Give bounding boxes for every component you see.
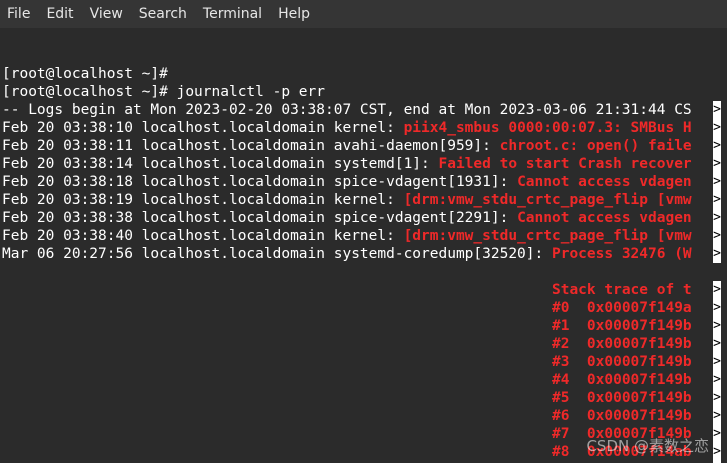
line-text bbox=[2, 318, 552, 334]
terminal-line: -- Logs begin at Mon 2023-02-20 03:38:07… bbox=[2, 101, 713, 119]
terminal-line: Feb 20 03:38:18 localhost.localdomain sp… bbox=[2, 173, 713, 191]
menu-edit[interactable]: Edit bbox=[38, 0, 81, 28]
output-lines: [root@localhost ~]# [root@localhost ~]# j… bbox=[2, 47, 713, 463]
line-text bbox=[2, 426, 552, 442]
terminal-line: Feb 20 03:38:14 localhost.localdomain sy… bbox=[2, 155, 713, 173]
truncation-marker: > bbox=[713, 119, 721, 137]
truncation-marker: > bbox=[713, 191, 721, 209]
terminal-line: #4 0x00007f149b bbox=[2, 371, 713, 389]
line-text bbox=[2, 336, 552, 352]
line-text bbox=[2, 372, 552, 388]
error-message: #0 0x00007f149a bbox=[551, 300, 692, 316]
error-message: Failed to start Crash recover bbox=[438, 156, 692, 172]
truncation-marker: > bbox=[713, 371, 721, 389]
error-message: [drm:vmw_stdu_crtc_page_flip [vmw bbox=[403, 228, 692, 244]
line-text bbox=[2, 390, 552, 406]
truncation-marker: > bbox=[713, 173, 721, 191]
line-text: [root@localhost ~]# bbox=[2, 66, 168, 82]
truncation-marker: > bbox=[713, 317, 721, 335]
terminal-line: Mar 06 20:27:56 localhost.localdomain sy… bbox=[2, 245, 713, 263]
truncation-marker: > bbox=[713, 407, 721, 425]
truncation-marker: > bbox=[713, 299, 721, 317]
error-message: #5 0x00007f149b bbox=[551, 390, 692, 406]
truncation-marker: > bbox=[713, 389, 721, 407]
error-message: #2 0x00007f149b bbox=[551, 336, 692, 352]
terminal-line: Feb 20 03:38:11 localhost.localdomain av… bbox=[2, 137, 713, 155]
terminal-line: [root@localhost ~]# bbox=[2, 65, 713, 83]
error-message: #6 0x00007f149b bbox=[551, 408, 692, 424]
line-text: Feb 20 03:38:10 localhost.localdomain ke… bbox=[2, 120, 404, 136]
terminal-line: #3 0x00007f149b bbox=[2, 353, 713, 371]
menu-terminal[interactable]: Terminal bbox=[195, 0, 270, 28]
line-text: Feb 20 03:38:11 localhost.localdomain av… bbox=[2, 138, 500, 154]
terminal-line: #6 0x00007f149b bbox=[2, 407, 713, 425]
menu-search[interactable]: Search bbox=[131, 0, 195, 28]
scrollbar[interactable] bbox=[722, 28, 727, 463]
truncation-marker: > bbox=[713, 425, 721, 443]
line-text bbox=[2, 282, 552, 298]
watermark: CSDN @素数之恋 bbox=[586, 437, 709, 455]
line-text bbox=[2, 444, 552, 460]
truncation-marker: > bbox=[713, 209, 721, 227]
line-text: Feb 20 03:38:38 localhost.localdomain sp… bbox=[2, 210, 518, 226]
error-message: #1 0x00007f149b bbox=[551, 318, 692, 334]
line-text: Feb 20 03:38:18 localhost.localdomain sp… bbox=[2, 174, 518, 190]
line-text: -- Logs begin at Mon 2023-02-20 03:38:07… bbox=[2, 102, 692, 118]
line-text bbox=[2, 354, 552, 370]
error-message: Cannot access vdagen bbox=[517, 174, 692, 190]
terminal-line: Stack trace of t bbox=[2, 281, 713, 299]
terminal-line: #1 0x00007f149b bbox=[2, 317, 713, 335]
line-text: Feb 20 03:38:14 localhost.localdomain sy… bbox=[2, 156, 439, 172]
menu-bar: File Edit View Search Terminal Help bbox=[0, 0, 727, 28]
error-message: Process 32476 (W bbox=[551, 246, 692, 262]
truncation-marker: > bbox=[713, 227, 721, 245]
error-message: Stack trace of t bbox=[551, 282, 692, 298]
truncation-marker: > bbox=[713, 101, 721, 119]
line-text: Mar 06 20:27:56 localhost.localdomain sy… bbox=[2, 246, 552, 262]
line-text bbox=[2, 408, 552, 424]
error-message: #3 0x00007f149b bbox=[551, 354, 692, 370]
truncation-marker: > bbox=[713, 245, 721, 263]
menu-file[interactable]: File bbox=[0, 0, 38, 28]
error-message: piix4_smbus 0000:00:07.3: SMBus H bbox=[403, 120, 692, 136]
menu-help[interactable]: Help bbox=[270, 0, 318, 28]
terminal-output[interactable]: [root@localhost ~]# [root@localhost ~]# j… bbox=[0, 28, 727, 463]
terminal-line: [root@localhost ~]# journalctl -p err bbox=[2, 83, 713, 101]
error-message: Cannot access vdagen bbox=[517, 210, 692, 226]
truncation-marker: > bbox=[713, 281, 721, 299]
error-message: #4 0x00007f149b bbox=[551, 372, 692, 388]
terminal-line: #5 0x00007f149b bbox=[2, 389, 713, 407]
line-text: Feb 20 03:38:19 localhost.localdomain ke… bbox=[2, 192, 404, 208]
line-text: [root@localhost ~]# journalctl -p err bbox=[2, 84, 326, 100]
terminal-line: Feb 20 03:38:10 localhost.localdomain ke… bbox=[2, 119, 713, 137]
truncation-marker: > bbox=[713, 353, 721, 371]
menu-view[interactable]: View bbox=[82, 0, 131, 28]
terminal-line: Feb 20 03:38:38 localhost.localdomain sp… bbox=[2, 209, 713, 227]
truncation-marker: > bbox=[713, 155, 721, 173]
terminal-line: #0 0x00007f149a bbox=[2, 299, 713, 317]
truncation-marker: > bbox=[713, 443, 721, 461]
truncation-marker: > bbox=[713, 137, 721, 155]
terminal-window: File Edit View Search Terminal Help [roo… bbox=[0, 0, 727, 463]
error-message: [drm:vmw_stdu_crtc_page_flip [vmw bbox=[403, 192, 692, 208]
terminal-line: Feb 20 03:38:19 localhost.localdomain ke… bbox=[2, 191, 713, 209]
terminal-line: Feb 20 03:38:40 localhost.localdomain ke… bbox=[2, 227, 713, 245]
line-text bbox=[2, 300, 552, 316]
line-text: Feb 20 03:38:40 localhost.localdomain ke… bbox=[2, 228, 404, 244]
terminal-line: #2 0x00007f149b bbox=[2, 335, 713, 353]
truncation-marker: > bbox=[713, 335, 721, 353]
error-message: chroot.c: open() faile bbox=[499, 138, 692, 154]
